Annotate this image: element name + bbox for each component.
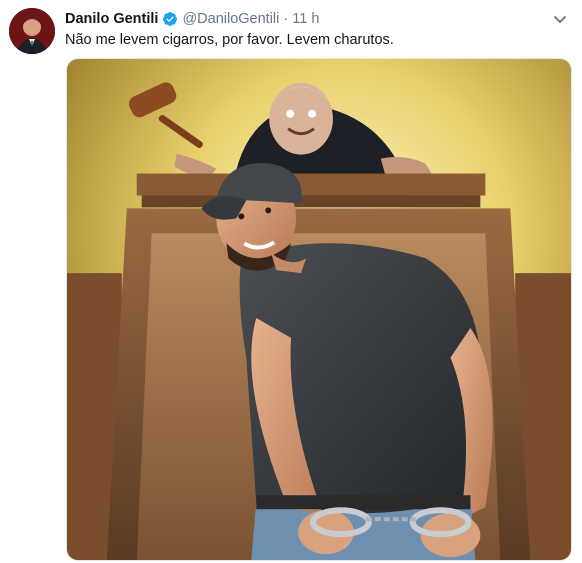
- avatar[interactable]: [9, 8, 55, 54]
- verified-badge-icon: [162, 11, 178, 27]
- tweet-text: Não me levem cigarros, por favor. Levem …: [65, 32, 394, 48]
- author-handle[interactable]: @DaniloGentili: [182, 11, 279, 27]
- tweet-timestamp[interactable]: 11 h: [292, 11, 319, 27]
- author-name[interactable]: Danilo Gentili: [65, 11, 158, 27]
- separator-dot: ·: [283, 11, 289, 27]
- avatar-image: [9, 8, 55, 54]
- tweet-header: Danilo Gentili @DaniloGentili · 11 h: [65, 9, 319, 29]
- chevron-down-icon[interactable]: [552, 11, 568, 27]
- tweet-card: Danilo Gentili @DaniloGentili · 11 h Não…: [0, 0, 582, 563]
- courtroom-illustration: [67, 59, 571, 560]
- tweet-media-image[interactable]: [66, 58, 572, 561]
